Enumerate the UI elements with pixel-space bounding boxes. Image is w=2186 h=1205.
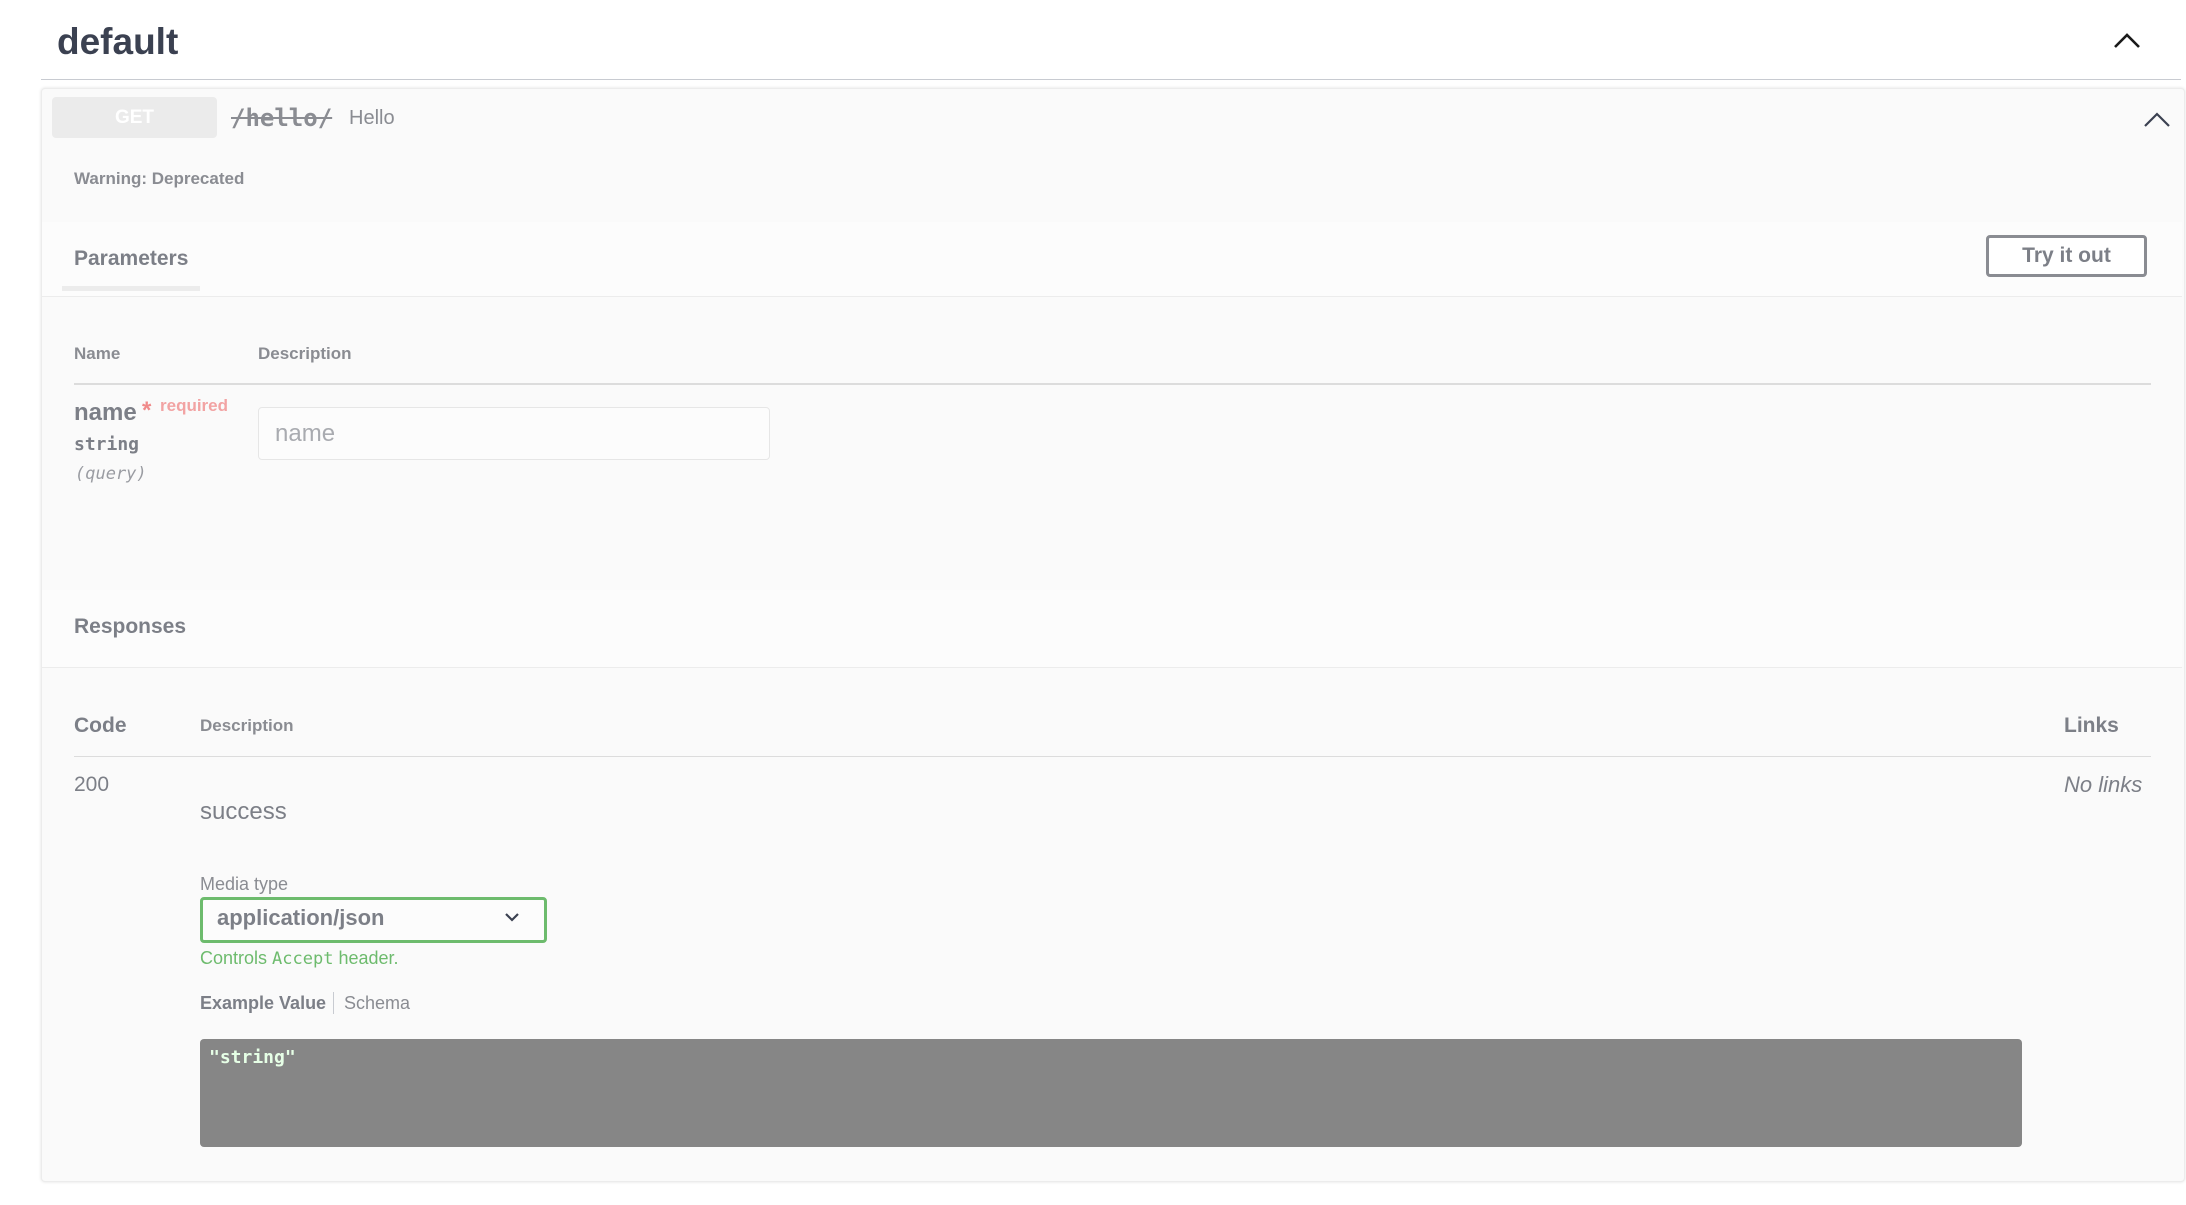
hint-suffix: header. <box>333 948 399 968</box>
tag-divider <box>41 79 2181 80</box>
tab-example-value[interactable]: Example Value <box>200 992 326 1014</box>
media-type-hint: Controls Accept header. <box>200 947 399 970</box>
responses-title: Responses <box>74 615 187 638</box>
param-header-divider <box>74 383 2151 385</box>
parameters-title: Parameters <box>74 247 189 270</box>
resp-col-links: Links <box>2064 714 2119 737</box>
chevron-up-icon[interactable] <box>2112 28 2142 52</box>
example-value: "string" <box>209 1047 296 1068</box>
required-star: * <box>142 397 152 424</box>
try-it-out-button[interactable]: Try it out <box>1986 235 2147 277</box>
name-param-input[interactable] <box>258 407 770 460</box>
resp-col-code: Code <box>74 714 127 737</box>
deprecated-warning: Warning: Deprecated <box>74 169 245 188</box>
parameters-tab-underline <box>62 286 200 291</box>
response-description: success <box>200 798 287 825</box>
resp-col-description: Description <box>200 716 294 735</box>
parameters-header <box>42 222 2182 297</box>
responses-divider <box>42 667 2182 668</box>
hint-code: Accept <box>272 949 334 969</box>
tag-title[interactable]: default <box>57 18 178 66</box>
response-code: 200 <box>74 773 110 796</box>
chevron-up-icon[interactable] <box>2142 108 2172 130</box>
param-type: string <box>74 434 140 455</box>
parameters-divider <box>42 296 2182 297</box>
media-type-label: Media type <box>200 874 289 894</box>
operation-path[interactable]: /hello/ <box>231 103 332 133</box>
chevron-down-icon[interactable] <box>502 907 522 927</box>
required-label: required <box>160 396 229 415</box>
responses-header <box>42 590 2182 668</box>
response-links: No links <box>2064 772 2143 797</box>
param-name: name <box>74 399 137 426</box>
hint-prefix: Controls <box>200 948 273 968</box>
param-col-name: Name <box>74 344 121 363</box>
operation-summary[interactable]: Hello <box>349 106 395 130</box>
resp-header-divider <box>74 756 2151 757</box>
tab-divider <box>333 992 334 1014</box>
param-col-description: Description <box>258 344 352 363</box>
example-code-block <box>200 1039 2022 1147</box>
method-badge[interactable]: GET <box>52 97 217 138</box>
param-location: (query) <box>75 464 147 484</box>
media-type-value[interactable]: application/json <box>217 904 384 932</box>
tab-schema[interactable]: Schema <box>344 992 410 1014</box>
